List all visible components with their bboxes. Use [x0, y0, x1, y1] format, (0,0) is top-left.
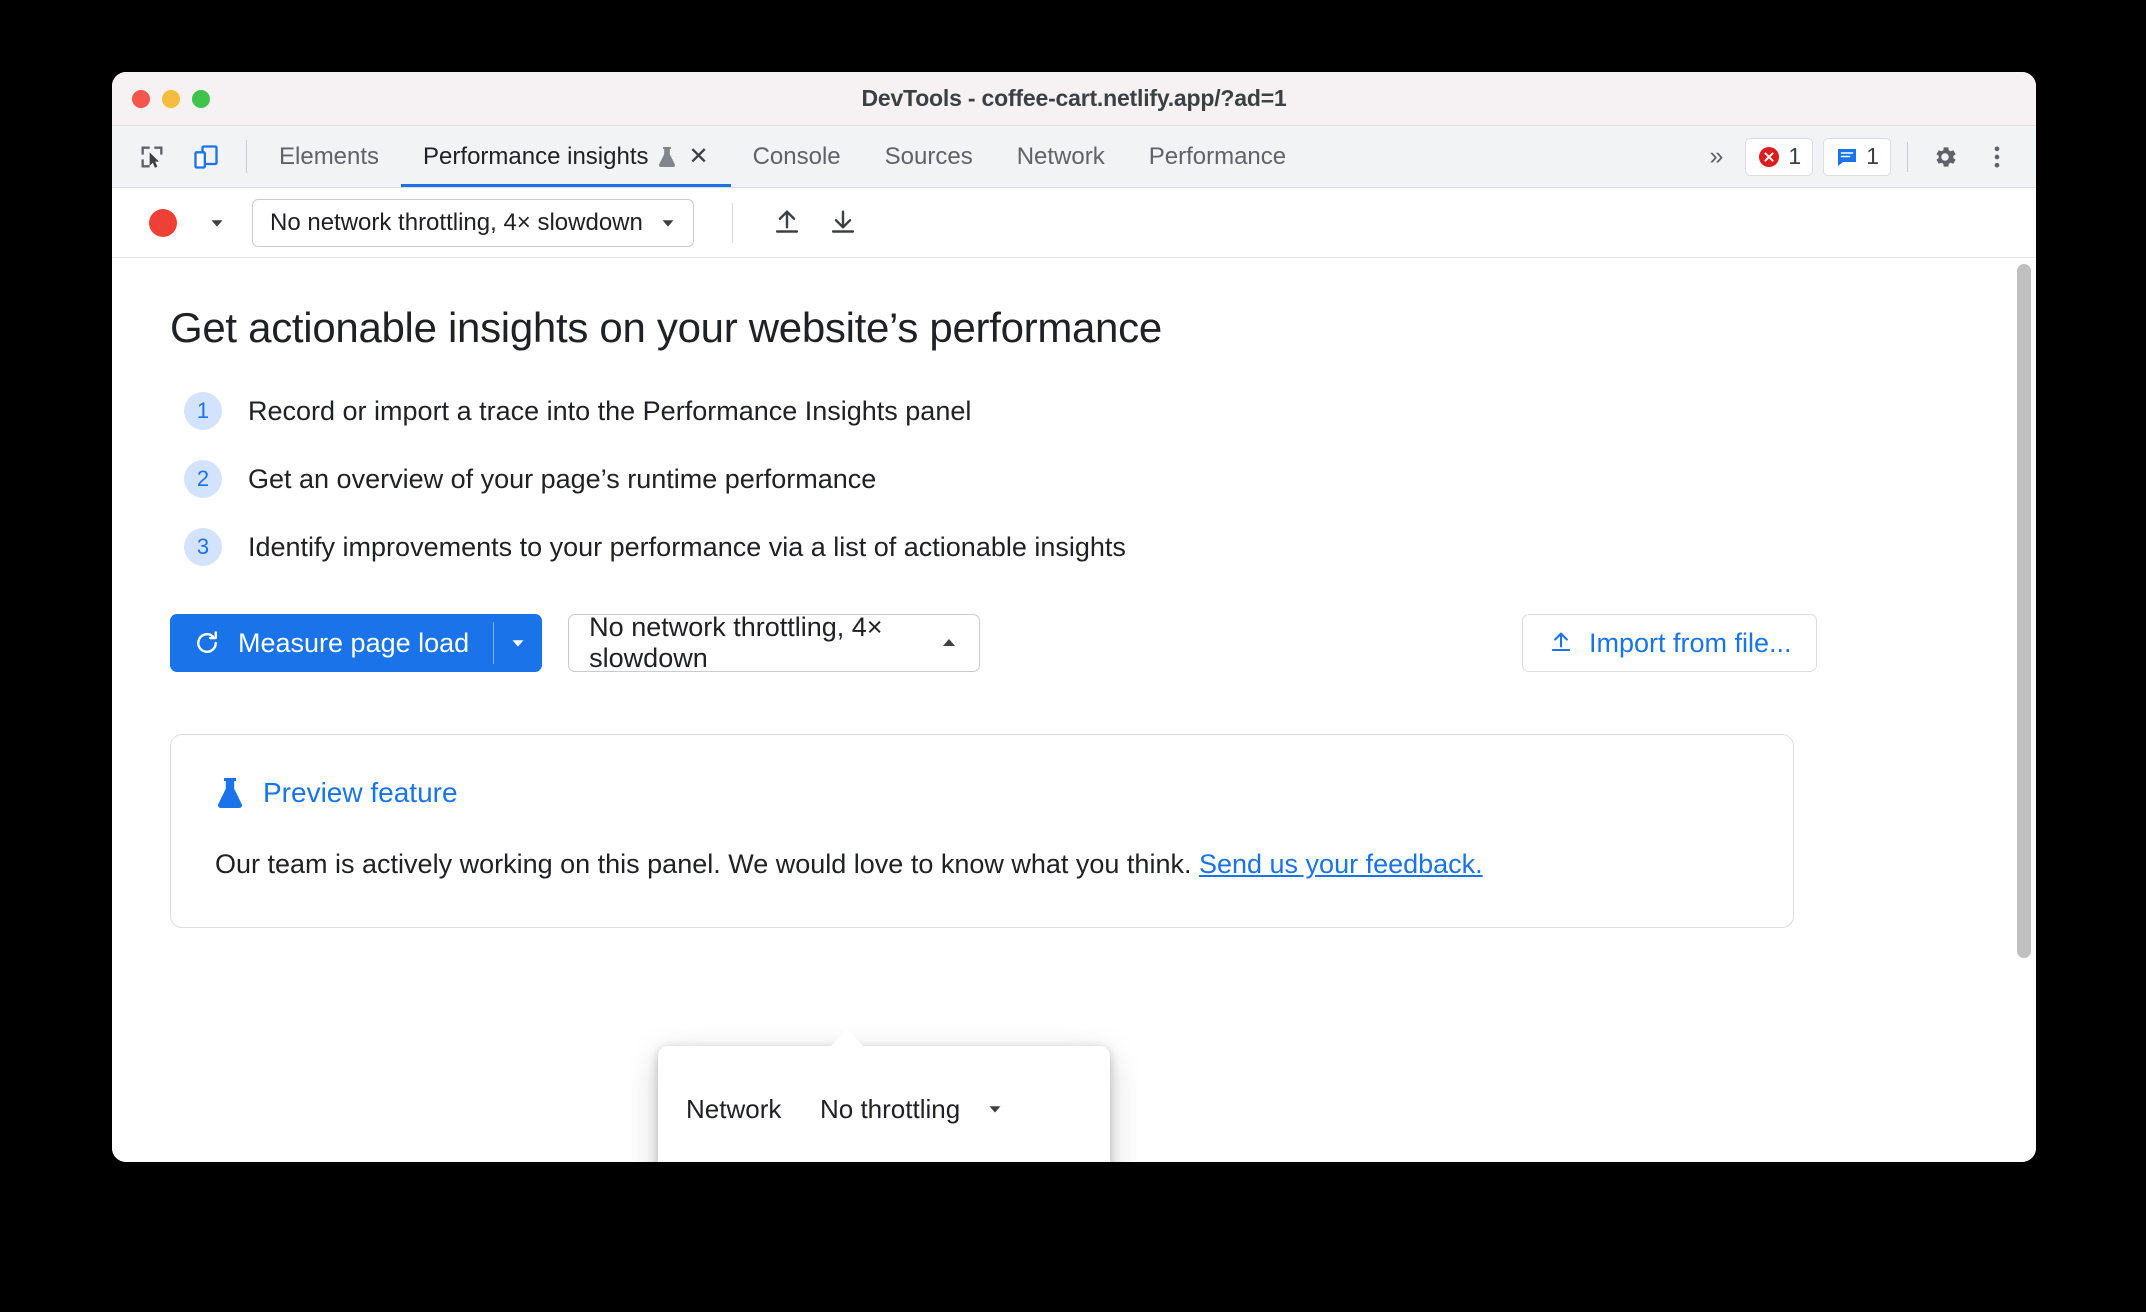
preview-feature-body: Our team is actively working on this pan…: [215, 845, 1715, 883]
network-throttling-value: No throttling: [820, 1093, 961, 1124]
page-title: Get actionable insights on your website’…: [170, 304, 1162, 351]
download-icon[interactable]: [819, 199, 867, 247]
message-count: 1: [1866, 143, 1879, 169]
tab-label: Performance insights: [423, 142, 649, 170]
panel-toolbar: No network throttling, 4× slowdown: [112, 188, 2036, 258]
tab-label: Sources: [884, 142, 973, 170]
step-text: Identify improvements to your performanc…: [248, 531, 1126, 562]
tab-performance[interactable]: Performance: [1127, 126, 1308, 187]
step-text: Get an overview of your page’s runtime p…: [248, 463, 877, 494]
flask-icon: [657, 145, 677, 169]
chevron-down-icon: [657, 212, 679, 234]
steps-list: 1 Record or import a trace into the Perf…: [184, 392, 2036, 566]
popup-row-cpu: CPU 4× slowdown: [658, 1150, 1110, 1163]
message-icon: [1835, 145, 1859, 169]
preview-feature-text: Our team is actively working on this pan…: [215, 849, 1199, 879]
panel-tabs: Elements Performance insights ✕ Console …: [257, 126, 1308, 187]
error-icon: [1757, 145, 1781, 169]
list-item: 3 Identify improvements to your performa…: [184, 528, 2036, 566]
send-feedback-link[interactable]: Send us your feedback.: [1199, 849, 1483, 879]
list-item: 2 Get an overview of your page’s runtime…: [184, 460, 2036, 498]
measure-page-load-label: Measure page load: [238, 627, 470, 658]
toolbar-throttling-select[interactable]: No network throttling, 4× slowdown: [252, 198, 694, 247]
error-count-badge[interactable]: 1: [1745, 137, 1814, 176]
network-throttling-select[interactable]: No throttling: [820, 1094, 1006, 1125]
screenshot-root: DevTools - coffee-cart.netlify.app/?ad=1: [0, 0, 2146, 1312]
measure-page-load-main[interactable]: Measure page load: [170, 614, 493, 672]
window-titlebar: DevTools - coffee-cart.netlify.app/?ad=1: [112, 72, 2036, 126]
chevron-up-icon: [937, 631, 961, 655]
more-options-icon[interactable]: [1976, 136, 2018, 178]
tab-label: Console: [752, 142, 841, 170]
import-from-file-label: Import from file...: [1589, 627, 1792, 658]
preview-feature-card: Preview feature Our team is actively wor…: [170, 734, 1794, 929]
devtools-tabbar: Elements Performance insights ✕ Console …: [112, 126, 2036, 188]
inspect-element-icon[interactable]: [130, 135, 174, 179]
tabbar-left-icons: [130, 126, 242, 187]
tabbar-divider: [246, 140, 247, 173]
chevron-down-icon: [984, 1098, 1006, 1120]
cpu-label: CPU: [686, 1162, 820, 1163]
step-number: 3: [184, 528, 222, 566]
tab-sources[interactable]: Sources: [863, 126, 995, 187]
measure-page-load-button[interactable]: Measure page load: [170, 614, 543, 672]
tabbar-right-divider: [1907, 141, 1908, 172]
preview-feature-title: Preview feature: [263, 777, 458, 808]
reload-icon: [192, 628, 222, 658]
action-row: Measure page load No network throttling,…: [170, 612, 2036, 673]
throttling-select[interactable]: No network throttling, 4× slowdown: [568, 612, 981, 673]
list-item: 1 Record or import a trace into the Perf…: [184, 392, 2036, 430]
cpu-throttling-select[interactable]: 4× slowdown: [820, 1162, 1017, 1163]
upload-icon: [1547, 629, 1575, 657]
record-button[interactable]: [138, 208, 188, 237]
tab-elements[interactable]: Elements: [257, 126, 401, 187]
measure-options-caret-icon[interactable]: [494, 614, 542, 672]
record-options-caret-icon[interactable]: [196, 202, 238, 244]
upload-icon[interactable]: [763, 199, 811, 247]
maximize-window-button[interactable]: [192, 89, 210, 108]
window-title: DevTools - coffee-cart.netlify.app/?ad=1: [861, 85, 1287, 111]
toolbar-throttling-value: No network throttling, 4× slowdown: [270, 208, 643, 236]
minimize-window-button[interactable]: [162, 89, 180, 108]
cpu-throttling-value: 4× slowdown: [820, 1162, 971, 1163]
record-dot-icon: [149, 208, 177, 237]
message-count-badge[interactable]: 1: [1823, 137, 1891, 176]
import-from-file-button[interactable]: Import from file...: [1522, 614, 1817, 672]
close-tab-icon[interactable]: ✕: [688, 144, 708, 169]
gear-icon[interactable]: [1924, 136, 1966, 178]
step-text: Record or import a trace into the Perfor…: [248, 395, 972, 426]
error-count: 1: [1788, 143, 1802, 169]
device-toolbar-icon[interactable]: [184, 135, 228, 179]
toolbar-divider: [731, 202, 733, 243]
more-tabs-icon[interactable]: »: [1698, 142, 1736, 171]
traffic-lights: [132, 89, 210, 108]
step-number: 1: [184, 392, 222, 430]
tab-console[interactable]: Console: [731, 126, 863, 187]
tab-label: Elements: [279, 142, 380, 170]
content-scrollbar[interactable]: [2017, 264, 2031, 958]
tab-label: Performance: [1148, 142, 1287, 170]
throttling-select-value: No network throttling, 4× slowdown: [589, 612, 883, 673]
network-label: Network: [686, 1093, 782, 1124]
close-window-button[interactable]: [132, 89, 150, 108]
tab-performance-insights[interactable]: Performance insights ✕: [401, 126, 731, 187]
panel-content: Get actionable insights on your website’…: [112, 258, 2036, 1162]
tab-label: Network: [1016, 142, 1105, 170]
step-number: 2: [184, 460, 222, 498]
popup-arrow: [830, 1029, 864, 1047]
throttling-popup: Network No throttling CPU 4× slowdown: [658, 1029, 1110, 1163]
preview-feature-header: Preview feature: [215, 775, 1749, 811]
popup-row-network: Network No throttling: [658, 1082, 1110, 1136]
landing-page: Get actionable insights on your website’…: [112, 258, 2036, 929]
tab-network[interactable]: Network: [995, 126, 1127, 187]
devtools-window: DevTools - coffee-cart.netlify.app/?ad=1: [112, 72, 2036, 1162]
tabbar-right-controls: » 1 1: [1698, 126, 2037, 187]
flask-icon: [215, 775, 245, 811]
